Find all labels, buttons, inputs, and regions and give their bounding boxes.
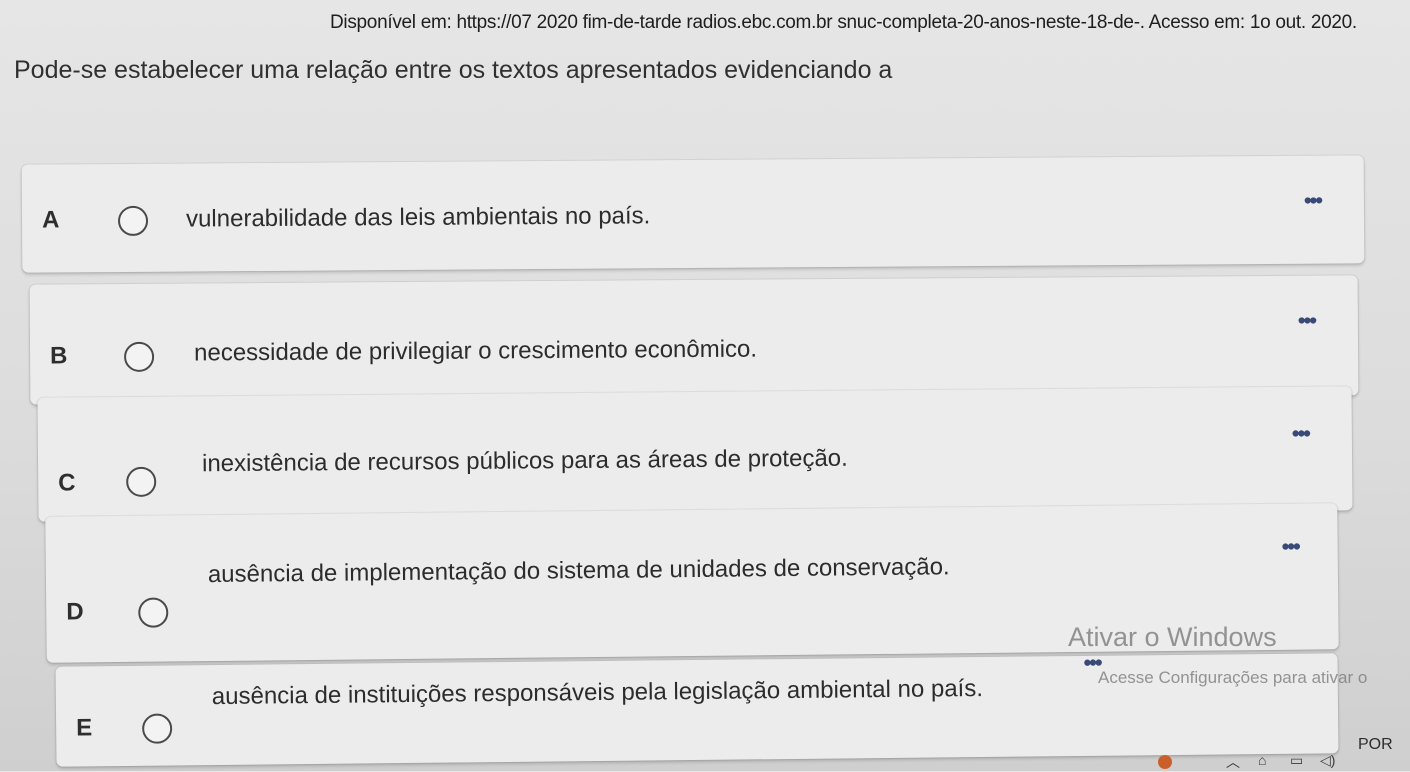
more-options-icon[interactable]: ••• xyxy=(1298,308,1315,333)
option-text[interactable]: inexistência de recursos públicos para a… xyxy=(202,445,848,479)
option-letter: A xyxy=(41,206,60,234)
option-radio-c[interactable] xyxy=(126,466,157,497)
option-text[interactable]: necessidade de privilegiar o crescimento… xyxy=(194,336,757,368)
chevron-up-icon[interactable]: ︿ xyxy=(1226,752,1240,772)
option-text[interactable]: ausência de instituições responsáveis pe… xyxy=(212,675,983,711)
option-card-b[interactable]: B necessidade de privilegiar o crescimen… xyxy=(29,275,1359,405)
battery-icon[interactable]: ▭ xyxy=(1290,752,1303,769)
more-options-icon[interactable]: ••• xyxy=(1282,534,1299,559)
taskbar xyxy=(0,748,1410,771)
language-indicator[interactable]: POR xyxy=(1358,736,1393,754)
option-radio-a[interactable] xyxy=(117,205,149,237)
option-letter: B xyxy=(50,342,68,370)
more-options-icon[interactable]: ••• xyxy=(1083,650,1100,675)
option-radio-b[interactable] xyxy=(123,341,155,372)
option-letter: C xyxy=(58,469,76,497)
option-text[interactable]: ausência de implementação do sistema de … xyxy=(208,553,950,589)
option-letter: D xyxy=(66,598,84,626)
option-card-c[interactable]: C inexistência de recursos públicos para… xyxy=(37,386,1353,522)
option-text[interactable]: vulnerabilidade das leis ambientais no p… xyxy=(186,202,650,233)
option-radio-e[interactable] xyxy=(142,713,173,744)
more-options-icon[interactable]: ••• xyxy=(1304,188,1321,213)
source-citation: Disponível em: https://07 2020 fim-de-ta… xyxy=(330,12,1357,33)
activation-watermark-subtitle: Acesse Configurações para ativar o xyxy=(1098,668,1368,687)
option-card-a[interactable]: A vulnerabilidade das leis ambientais no… xyxy=(21,155,1365,273)
volume-icon[interactable]: ◁) xyxy=(1320,752,1335,769)
option-radio-d[interactable] xyxy=(138,597,169,628)
question-text: Pode-se estabelecer uma relação entre os… xyxy=(14,56,893,84)
activation-watermark-title: Ativar o Windows xyxy=(1068,622,1277,652)
option-letter: E xyxy=(76,714,93,742)
notification-badge[interactable] xyxy=(1158,755,1172,769)
more-options-icon[interactable]: ••• xyxy=(1292,421,1309,446)
network-icon[interactable]: ⌂ xyxy=(1258,752,1266,768)
